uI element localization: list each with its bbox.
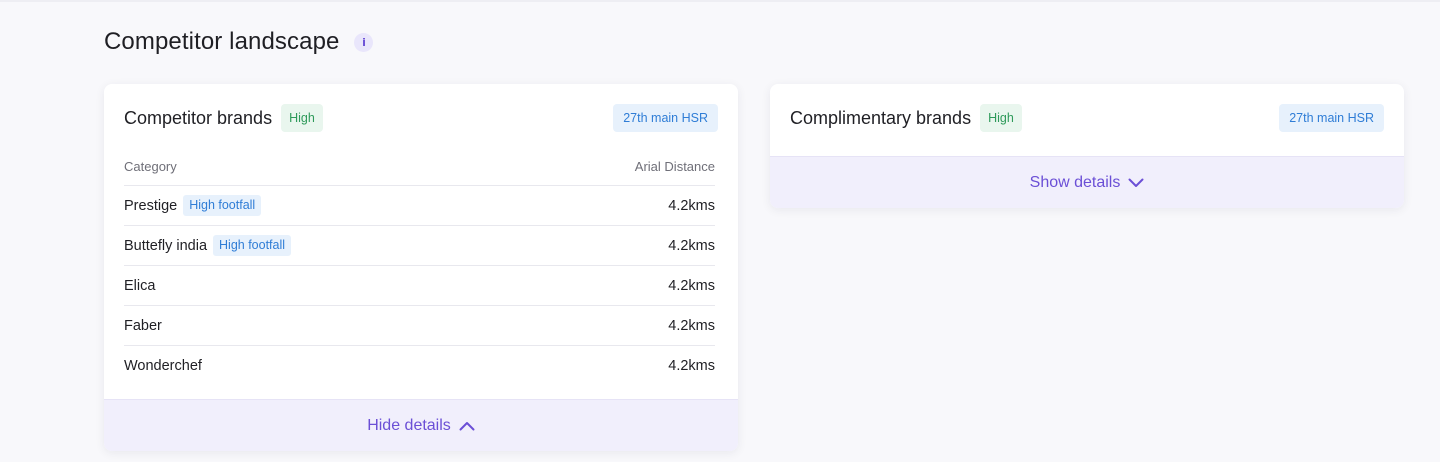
- level-badge: High: [281, 104, 323, 132]
- card-title: Competitor brands: [124, 107, 273, 128]
- chevron-up-icon: [459, 421, 475, 431]
- table-row: Buttefly india High footfall 4.2kms: [124, 226, 715, 266]
- card-header: Complimentary brands High 27th main HSR: [790, 104, 1384, 132]
- section-title: Competitor landscape: [104, 28, 340, 55]
- distance-value: 4.2kms: [668, 358, 715, 374]
- table-row: Wonderchef 4.2kms: [124, 346, 715, 386]
- brand-name: Elica: [124, 277, 156, 294]
- toggle-label: Show details: [1029, 173, 1121, 191]
- competitor-brands-card: Competitor brands High 27th main HSR Cat…: [104, 84, 738, 451]
- location-badge: 27th main HSR: [1279, 104, 1384, 132]
- toggle-label: Hide details: [367, 416, 451, 434]
- complimentary-brands-card: Complimentary brands High 27th main HSR …: [770, 84, 1404, 208]
- table-row: Prestige High footfall 4.2kms: [124, 186, 715, 226]
- distance-value: 4.2kms: [668, 317, 715, 334]
- chevron-down-icon: [1128, 178, 1144, 188]
- card-title: Complimentary brands: [790, 107, 972, 128]
- brand-name: Prestige: [124, 197, 178, 214]
- level-badge: High: [980, 104, 1022, 132]
- brand-name: Buttefly india: [124, 237, 208, 254]
- hide-details-button[interactable]: Hide details: [104, 399, 738, 451]
- distance-value: 4.2kms: [668, 237, 715, 254]
- distance-value: 4.2kms: [668, 277, 715, 294]
- footfall-tag: High footfall: [213, 235, 292, 256]
- distance-value: 4.2kms: [668, 197, 715, 214]
- card-header: Competitor brands High 27th main HSR: [124, 104, 718, 132]
- table-row: Elica 4.2kms: [124, 266, 715, 306]
- brand-name: Wonderchef: [124, 358, 202, 374]
- footfall-tag: High footfall: [183, 195, 262, 216]
- brand-name: Faber: [124, 317, 162, 334]
- column-header-distance: Arial Distance: [634, 159, 715, 174]
- table-header: Category Arial Distance: [124, 148, 715, 186]
- column-header-category: Category: [124, 159, 177, 174]
- section-header: Competitor landscape i: [104, 28, 374, 56]
- top-divider: [0, 0, 1440, 2]
- competitor-table: Category Arial Distance Prestige High fo…: [124, 148, 715, 386]
- info-icon[interactable]: i: [354, 32, 374, 52]
- table-row: Faber 4.2kms: [124, 306, 715, 346]
- show-details-button[interactable]: Show details: [770, 156, 1404, 208]
- location-badge: 27th main HSR: [613, 104, 718, 132]
